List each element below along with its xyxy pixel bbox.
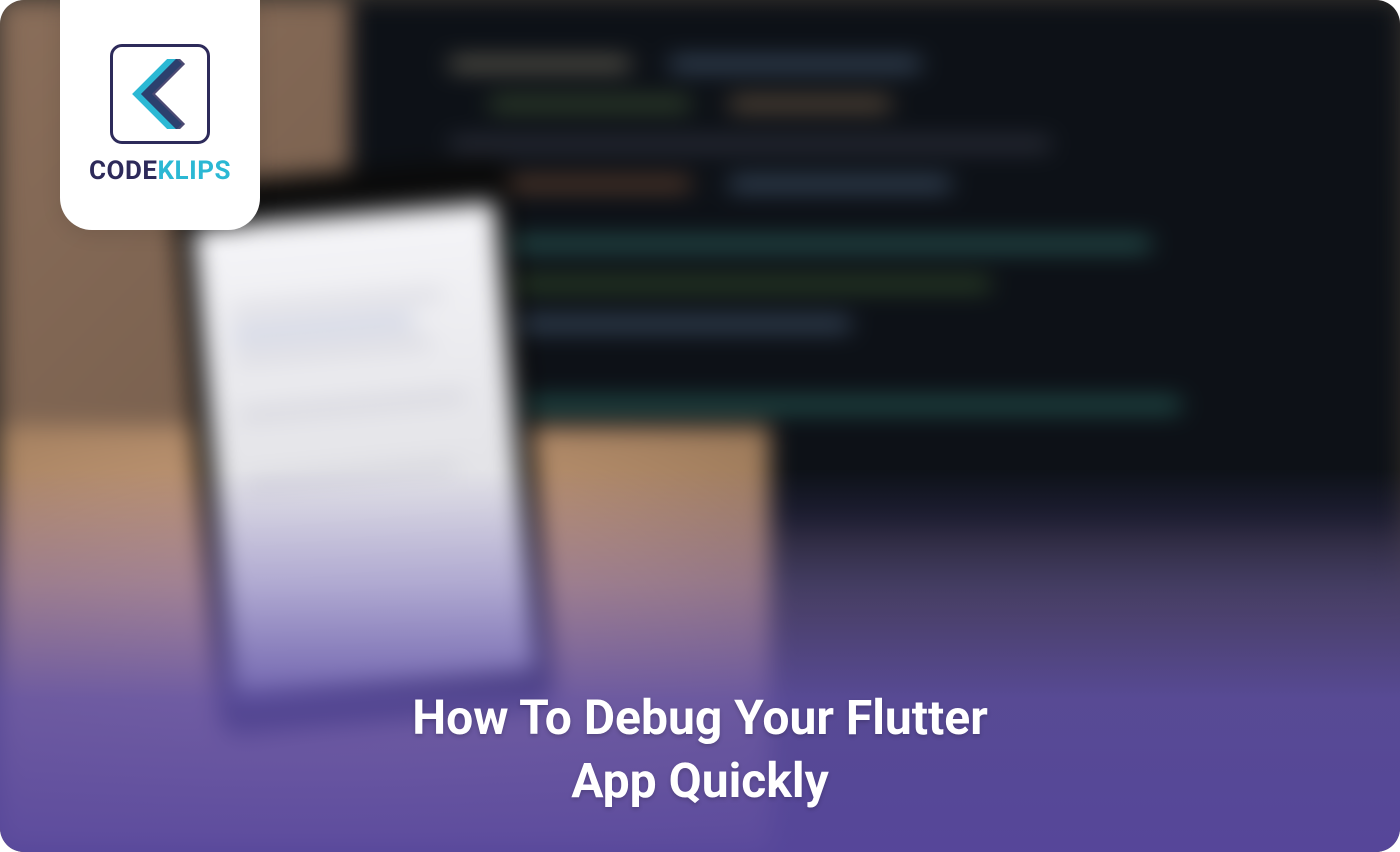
phone-decoration: [235, 340, 431, 361]
code-decoration: [730, 100, 890, 108]
code-decoration: [430, 400, 1180, 410]
logo-icon: [110, 44, 210, 144]
title-container: How To Debug Your Flutter App Quickly: [0, 687, 1400, 812]
phone-decoration: [240, 394, 466, 418]
code-decoration: [730, 180, 950, 188]
hero-title: How To Debug Your Flutter App Quickly: [40, 687, 1360, 812]
code-decoration: [450, 140, 1050, 148]
code-decoration: [670, 60, 920, 68]
logo-text: CODEKLIPS: [89, 156, 231, 186]
title-line-1: How To Debug Your Flutter: [412, 689, 988, 746]
logo-k-icon: [130, 59, 190, 129]
phone-decoration: [233, 318, 414, 338]
code-decoration: [450, 240, 1150, 248]
code-decoration: [510, 180, 690, 188]
code-decoration: [490, 280, 990, 288]
phone-decoration: [231, 292, 442, 314]
title-line-2: App Quickly: [571, 752, 829, 809]
logo-text-part2: KLIPS: [158, 156, 231, 186]
hero-banner: CODEKLIPS How To Debug Your Flutter App …: [0, 0, 1400, 852]
logo-text-part1: CODE: [89, 156, 157, 186]
code-decoration: [490, 100, 690, 108]
logo-badge: CODEKLIPS: [60, 0, 260, 230]
code-decoration: [450, 60, 630, 68]
